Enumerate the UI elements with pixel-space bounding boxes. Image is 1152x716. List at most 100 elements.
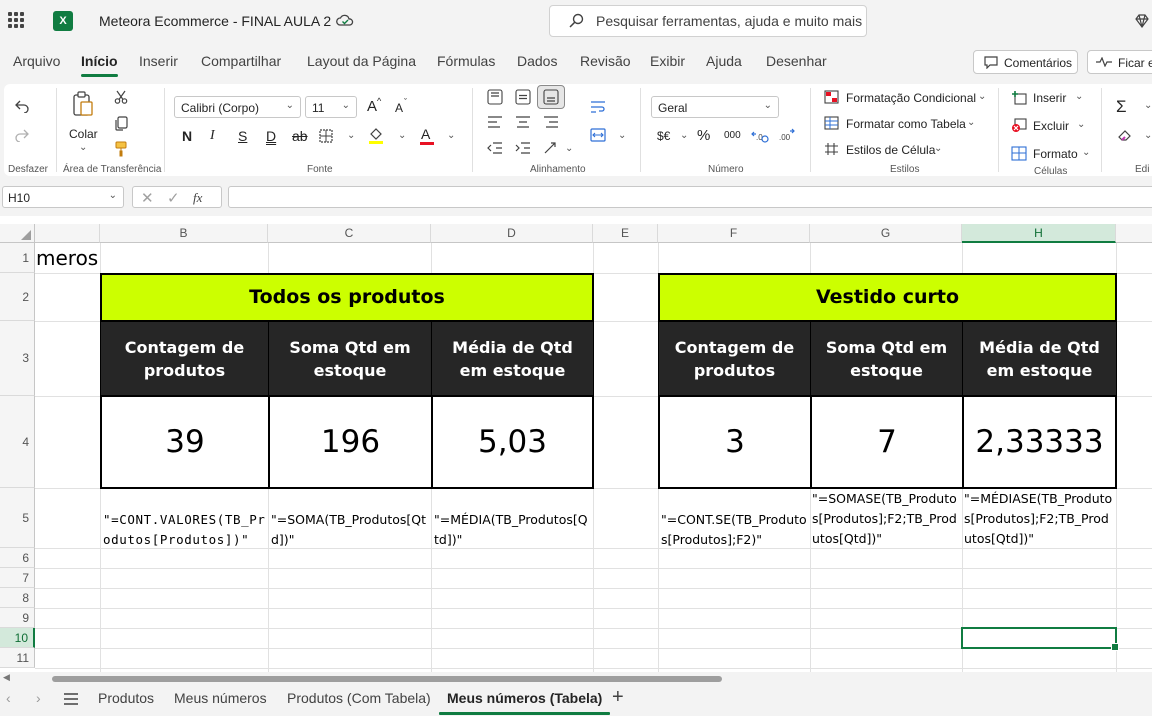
app-launcher-icon[interactable] [8, 12, 24, 28]
conditional-format-button[interactable]: Formatação Condicional [846, 91, 976, 105]
fill-color-icon[interactable] [368, 127, 384, 144]
align-right-icon[interactable] [543, 115, 559, 129]
left-value-count[interactable]: 39 [100, 395, 270, 489]
row-header-7[interactable]: 7 [0, 568, 35, 588]
delete-cells-button[interactable]: Excluir [1033, 119, 1069, 133]
double-underline-button[interactable]: D [266, 128, 276, 144]
row-header-5[interactable]: 5 [0, 488, 35, 548]
orientation-chevron-icon[interactable]: ⌄ [565, 143, 573, 154]
document-title[interactable]: Meteora Ecommerce - FINAL AULA 2 [99, 13, 331, 29]
number-format-dropdown[interactable]: Geral ⌄ [651, 96, 779, 118]
chevron-down-icon[interactable]: ⌄ [967, 117, 975, 128]
column-header-i[interactable] [1116, 224, 1152, 243]
sheet-tab-produtos-com-tabela[interactable]: Produtos (Com Tabela) [287, 690, 431, 706]
font-family-dropdown[interactable]: Calibri (Corpo) ⌄ [174, 96, 301, 118]
row-header-2[interactable]: 2 [0, 273, 35, 321]
grow-font-button[interactable]: A [367, 98, 377, 115]
tab-compartilhar[interactable]: Compartilhar [201, 53, 281, 69]
tab-inserir[interactable]: Inserir [139, 53, 178, 69]
cut-icon[interactable] [114, 90, 128, 104]
right-formula-count[interactable]: "=CONT.SE(TB_Produtos[Produtos];F2)" [661, 510, 809, 550]
right-value-count[interactable]: 3 [658, 395, 812, 489]
tab-exibir[interactable]: Exibir [650, 53, 685, 69]
next-sheet-icon[interactable]: › [36, 690, 41, 706]
sheet-tab-meus-numeros[interactable]: Meus números [174, 690, 267, 706]
tab-desenhar[interactable]: Desenhar [766, 53, 827, 69]
right-header-count[interactable]: Contagem de produtos [658, 321, 811, 397]
right-value-average[interactable]: 2,33333 [962, 395, 1117, 489]
merge-chevron-icon[interactable]: ⌄ [618, 130, 626, 141]
borders-chevron-icon[interactable]: ⌄ [347, 130, 355, 141]
column-header-g[interactable]: G [810, 224, 962, 243]
format-as-table-button[interactable]: Formatar como Tabela [846, 117, 966, 131]
sheet-tab-produtos[interactable]: Produtos [98, 690, 154, 706]
left-value-average[interactable]: 5,03 [431, 395, 594, 489]
format-cells-button[interactable]: Formato [1033, 147, 1078, 161]
all-sheets-icon[interactable] [64, 693, 78, 705]
tab-revisao[interactable]: Revisão [580, 53, 631, 69]
chevron-down-icon[interactable]: ⌄ [978, 91, 986, 102]
insert-function-button[interactable]: fx [193, 190, 202, 206]
merge-center-icon[interactable] [590, 128, 606, 142]
row-header-1[interactable]: 1 [0, 243, 35, 273]
left-header-sum[interactable]: Soma Qtd em estoque [268, 321, 432, 397]
row-header-8[interactable]: 8 [0, 588, 35, 608]
prev-sheet-icon[interactable]: ‹ [6, 690, 11, 706]
row-header-10[interactable]: 10 [0, 628, 35, 648]
cloud-saved-icon[interactable] [336, 13, 354, 29]
add-sheet-button[interactable]: + [612, 686, 624, 709]
increase-decimal-icon[interactable]: .0 [751, 128, 769, 144]
search-input[interactable]: Pesquisar ferramentas, ajuda e muito mai… [549, 5, 867, 37]
wrap-text-icon[interactable] [590, 100, 606, 114]
fill-color-chevron-icon[interactable]: ⌄ [398, 130, 406, 141]
chevron-down-icon[interactable]: ⌄ [1082, 147, 1090, 158]
cell-styles-button[interactable]: Estilos de Célula [846, 143, 935, 157]
left-formula-average[interactable]: "=MÉDIA(TB_Produtos[Qtd])" [434, 510, 591, 550]
scrollbar-thumb[interactable] [52, 676, 722, 682]
underline-button[interactable]: S [238, 128, 247, 144]
left-table-banner[interactable]: Todos os produtos [100, 273, 594, 322]
comments-button[interactable]: Comentários [973, 50, 1078, 74]
tab-ajuda[interactable]: Ajuda [706, 53, 742, 69]
left-value-sum[interactable]: 196 [268, 395, 433, 489]
format-painter-icon[interactable] [114, 141, 128, 157]
tab-formulas[interactable]: Fórmulas [437, 53, 495, 69]
copy-icon[interactable] [114, 116, 128, 131]
increase-indent-icon[interactable] [515, 141, 531, 155]
diamond-icon[interactable] [1134, 13, 1150, 29]
column-header-a[interactable] [35, 224, 100, 243]
currency-button[interactable]: $€ [657, 129, 670, 143]
font-color-chevron-icon[interactable]: ⌄ [447, 130, 455, 141]
column-header-c[interactable]: C [268, 224, 431, 243]
tab-dados[interactable]: Dados [517, 53, 557, 69]
thousands-button[interactable]: 000 [724, 130, 741, 141]
left-formula-count[interactable]: "=CONT.VALORES(TB_Produtos[Produtos])" [103, 510, 267, 550]
tab-layout-pagina[interactable]: Layout da Página [307, 53, 416, 69]
cancel-icon[interactable]: ✕ [141, 189, 154, 207]
font-size-dropdown[interactable]: 11 ⌄ [305, 96, 357, 118]
align-middle-icon[interactable] [515, 89, 531, 105]
decrease-decimal-icon[interactable]: .00 [778, 128, 796, 144]
undo-icon[interactable] [15, 99, 29, 113]
left-formula-sum[interactable]: "=SOMA(TB_Produtos[Qtd])" [271, 510, 429, 550]
row-header-11[interactable]: 11 [0, 648, 35, 668]
right-table-banner[interactable]: Vestido curto [658, 273, 1117, 322]
clear-icon[interactable] [1117, 128, 1133, 142]
right-value-sum[interactable]: 7 [810, 395, 964, 489]
column-header-h[interactable]: H [962, 224, 1116, 243]
chevron-down-icon[interactable]: ⌄ [1144, 100, 1152, 111]
align-center-icon[interactable] [515, 115, 531, 129]
sheet-tab-meus-numeros-tabela[interactable]: Meus números (Tabela) [438, 690, 611, 715]
row-header-9[interactable]: 9 [0, 608, 35, 628]
bold-button[interactable]: N [182, 128, 192, 144]
cell-a1[interactable]: meros [36, 246, 98, 270]
select-all-button[interactable] [0, 224, 35, 243]
row-header-3[interactable]: 3 [0, 321, 35, 396]
column-header-d[interactable]: D [431, 224, 593, 243]
catchup-button[interactable]: Ficar em [1087, 50, 1152, 74]
insert-cells-button[interactable]: Inserir [1033, 91, 1066, 105]
align-top-icon[interactable] [487, 89, 503, 105]
shrink-font-button[interactable]: A [395, 101, 403, 115]
left-header-count[interactable]: Contagem de produtos [100, 321, 269, 397]
tab-arquivo[interactable]: Arquivo [13, 53, 60, 69]
